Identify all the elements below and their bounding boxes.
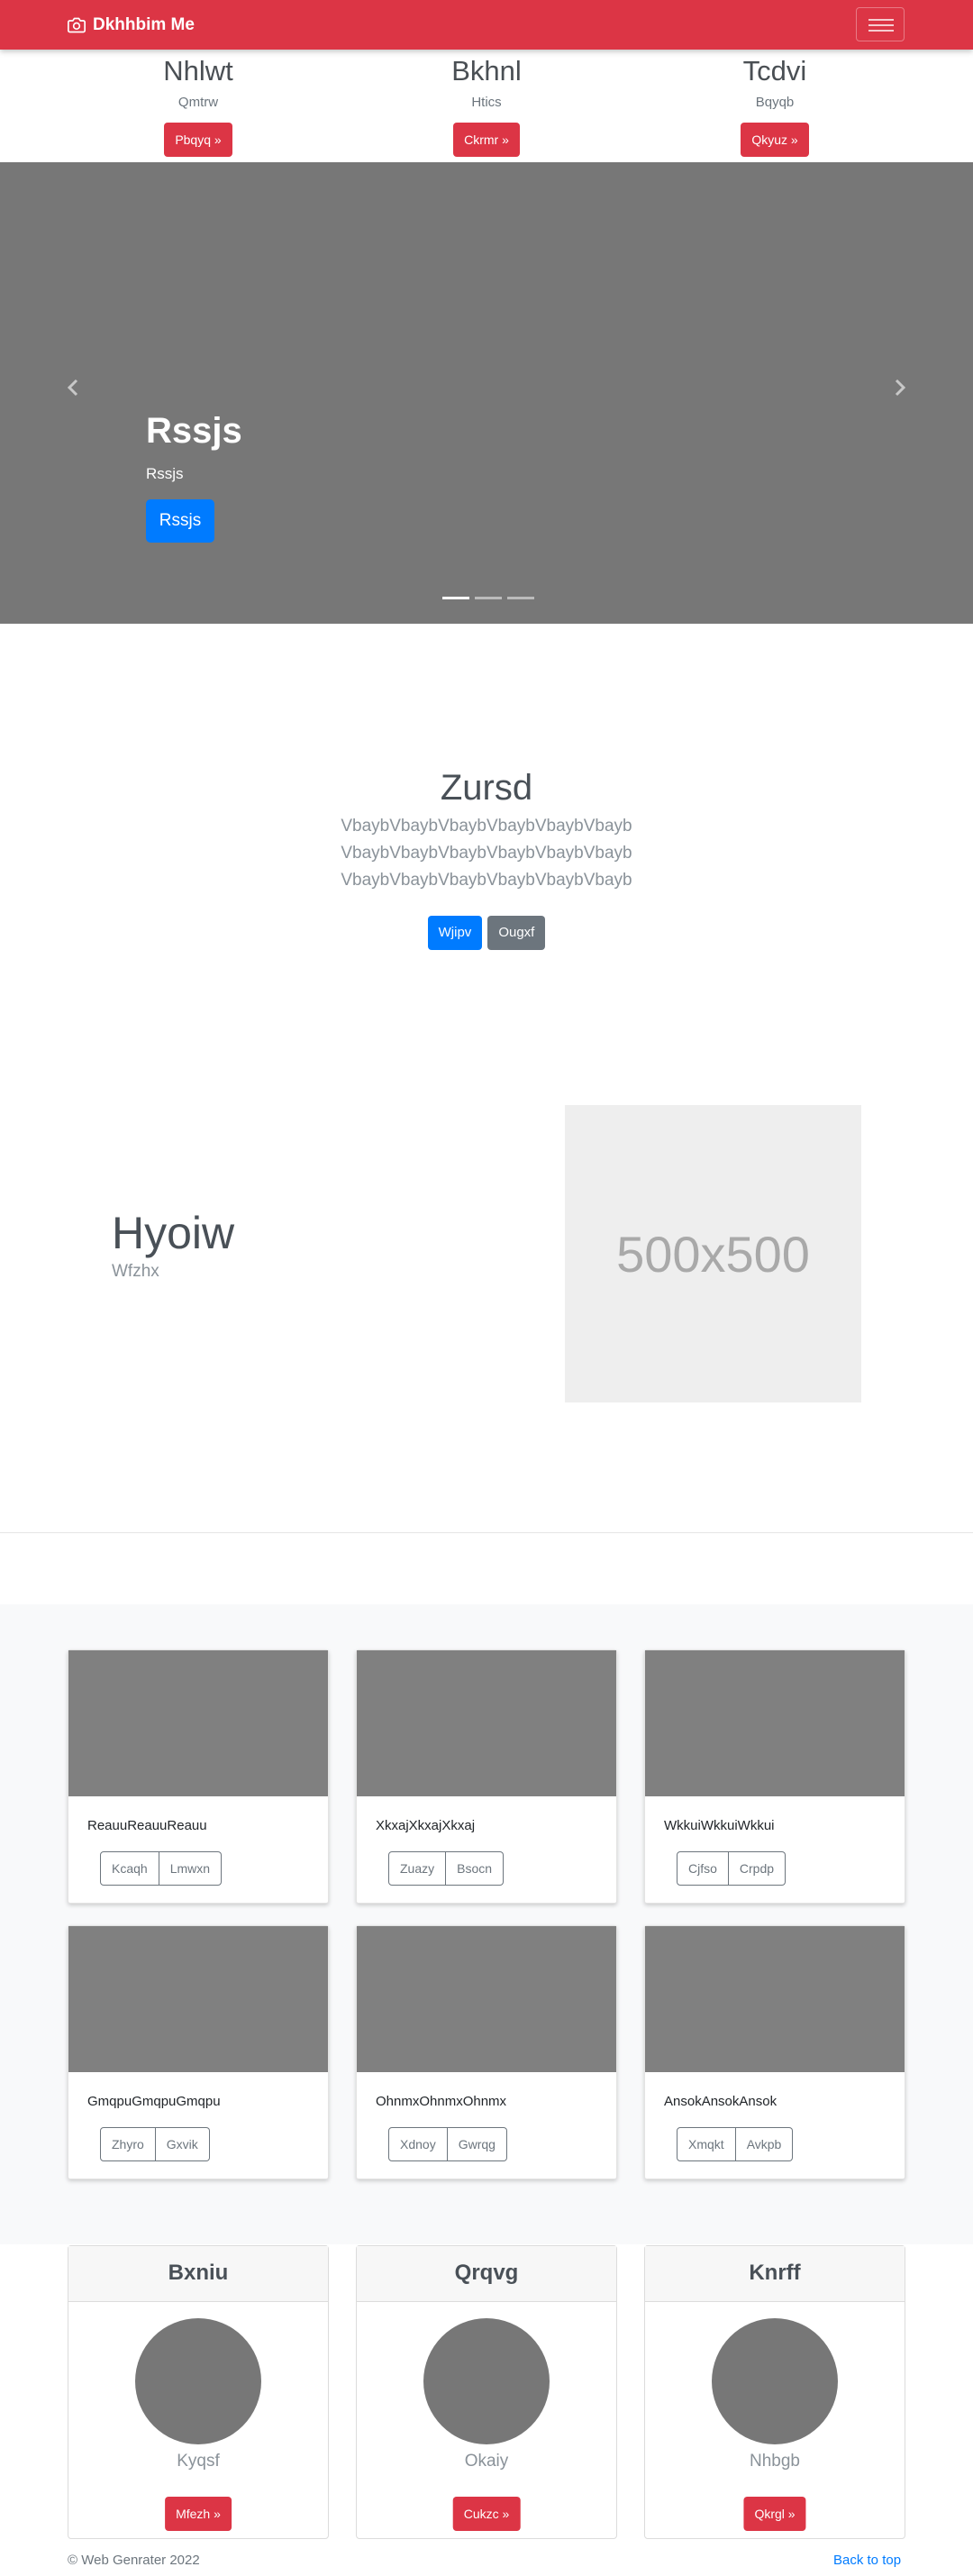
card-button[interactable]: Zuazy (388, 1851, 447, 1886)
person-name: Kyqsf (177, 2452, 220, 2471)
footer-copyright: © Web Genrater 2022 (68, 2553, 200, 2568)
card-button[interactable]: Gxvik (155, 2127, 210, 2161)
album-card: OhnmxOhnmxOhnmx Xdnoy Gwrqg (356, 1925, 617, 2179)
top-column: Tcdvi Bqyqb Qkyuz » (640, 50, 910, 157)
carousel-caption: Rssjs Rssjs Rssjs (146, 409, 242, 543)
album-card: WkkuiWkkuiWkkui Cjfso Crpdp (644, 1649, 905, 1904)
person-card: Knrff Nhbgb Qkrgl » (644, 2245, 905, 2539)
card-button[interactable]: Cjfso (677, 1851, 729, 1886)
jumbotron-buttons: Wjipv Ougxf (0, 916, 973, 950)
chevron-left-icon[interactable] (59, 374, 86, 401)
card-text: OhnmxOhnmxOhnmx (376, 2094, 507, 2109)
navbar-brand[interactable]: Dkhhbim Me (68, 13, 195, 38)
avatar (712, 2318, 838, 2444)
top-column-button[interactable]: Pbqyq » (164, 123, 232, 157)
hamburger-icon-line (868, 19, 894, 21)
card-text: AnsokAnsokAnsok (664, 2094, 777, 2109)
jumbotron-lead: VbaybVbaybVbaybVbaybVbaybVbayb VbaybVbay… (0, 813, 973, 894)
person-name: Okaiy (464, 2452, 509, 2471)
placeholder-image: 500x500 (565, 1105, 861, 1402)
divider (0, 1532, 973, 1533)
card-button-group: Zuazy Bsocn (388, 1851, 505, 1886)
top-column-button[interactable]: Qkyuz » (741, 123, 809, 157)
person-button[interactable]: Mfezh » (165, 2497, 232, 2531)
person-card: Qrqvg Okaiy Cukzc » (356, 2245, 617, 2539)
album-card: AnsokAnsokAnsok Xmqkt Avkpb (644, 1925, 905, 2179)
secondary-button[interactable]: Ougxf (487, 916, 546, 950)
person-card-header: Qrqvg (357, 2246, 616, 2302)
carousel-heading: Rssjs (146, 411, 242, 451)
brand-label: Dkhhbim Me (93, 15, 195, 34)
avatar (423, 2318, 550, 2444)
carousel-text: Rssjs (146, 465, 184, 482)
card-button[interactable]: Lmwxn (159, 1851, 223, 1886)
album-card: ReauuReauuReauu Kcaqh Lmwxn (68, 1649, 329, 1904)
back-to-top-link[interactable]: Back to top (833, 2553, 901, 2568)
top-column-text: Htics (471, 95, 502, 110)
top-column-title: Nhlwt (163, 55, 233, 87)
top-column-text: Bqyqb (755, 95, 795, 110)
card-thumbnail (68, 1926, 328, 2072)
card-button-group: Cjfso Crpdp (677, 1851, 787, 1886)
card-button-group: Xdnoy Gwrqg (388, 2127, 507, 2161)
carousel-indicator[interactable] (475, 597, 502, 599)
person-card-header: Knrff (645, 2246, 905, 2302)
card-button[interactable]: Xmqkt (677, 2127, 736, 2161)
jumbotron-line: VbaybVbaybVbaybVbaybVbaybVbayb (341, 844, 632, 863)
chevron-right-icon[interactable] (887, 374, 914, 401)
feature-heading: Hyoiw (112, 1208, 235, 1258)
card-text: WkkuiWkkuiWkkui (664, 1818, 775, 1833)
top-column-text: Qmtrw (177, 95, 219, 110)
navbar: Dkhhbim Me (0, 0, 973, 50)
carousel: Rssjs Rssjs Rssjs (0, 162, 973, 624)
feature-subheading: Wfzhx (112, 1262, 159, 1281)
carousel-indicator[interactable] (442, 597, 469, 599)
person-button[interactable]: Qkrgl » (743, 2497, 806, 2531)
avatar (135, 2318, 261, 2444)
primary-button[interactable]: Wjipv (427, 916, 483, 950)
card-button[interactable]: Xdnoy (388, 2127, 448, 2161)
top-column: Bkhnl Htics Ckrmr » (351, 50, 622, 157)
person-name: Nhbgb (750, 2452, 800, 2471)
card-text: ReauuReauuReauu (87, 1818, 207, 1833)
card-thumbnail (357, 1926, 616, 2072)
navbar-toggler-button[interactable] (856, 7, 905, 41)
person-card-header: Bxniu (68, 2246, 328, 2302)
person-card: Bxniu Kyqsf Mfezh » (68, 2245, 329, 2539)
carousel-indicator[interactable] (507, 597, 534, 599)
top-column-title: Bkhnl (451, 55, 522, 87)
hamburger-icon-line (868, 30, 894, 32)
carousel-indicators (440, 597, 537, 599)
card-thumbnail (645, 1650, 905, 1796)
card-button-group: Xmqkt Avkpb (677, 2127, 794, 2161)
card-button[interactable]: Gwrqg (447, 2127, 507, 2161)
card-button[interactable]: Crpdp (728, 1851, 787, 1886)
card-button-group: Zhyro Gxvik (100, 2127, 210, 2161)
album-card: GmqpuGmqpuGmqpu Zhyro Gxvik (68, 1925, 329, 2179)
jumbotron-line: VbaybVbaybVbaybVbaybVbaybVbayb (341, 871, 632, 890)
card-thumbnail (645, 1926, 905, 2072)
top-column-button[interactable]: Ckrmr » (453, 123, 520, 157)
card-button[interactable]: Bsocn (446, 1851, 505, 1886)
hamburger-icon-line (868, 24, 894, 26)
top-column-title: Tcdvi (742, 55, 807, 87)
card-thumbnail (357, 1650, 616, 1796)
person-button[interactable]: Cukzc » (452, 2497, 521, 2531)
album-card: XkxajXkxajXkxaj Zuazy Bsocn (356, 1649, 617, 1904)
card-text: GmqpuGmqpuGmqpu (87, 2094, 221, 2109)
jumbotron-title: Zursd (440, 768, 533, 808)
card-button-group: Kcaqh Lmwxn (100, 1851, 223, 1886)
carousel-button[interactable]: Rssjs (146, 499, 214, 543)
camera-icon (68, 17, 86, 33)
card-button[interactable]: Avkpb (735, 2127, 794, 2161)
card-button[interactable]: Zhyro (100, 2127, 156, 2161)
top-column: Nhlwt Qmtrw Pbqyq » (63, 50, 333, 157)
card-button[interactable]: Kcaqh (100, 1851, 159, 1886)
jumbotron-section: Zursd VbaybVbaybVbaybVbaybVbaybVbayb Vba… (0, 766, 973, 950)
album-section: ReauuReauuReauu Kcaqh Lmwxn XkxajXkxajXk… (0, 1604, 973, 2244)
card-thumbnail (68, 1650, 328, 1796)
card-text: XkxajXkxajXkxaj (376, 1818, 476, 1833)
jumbotron-line: VbaybVbaybVbaybVbaybVbaybVbayb (341, 817, 632, 836)
